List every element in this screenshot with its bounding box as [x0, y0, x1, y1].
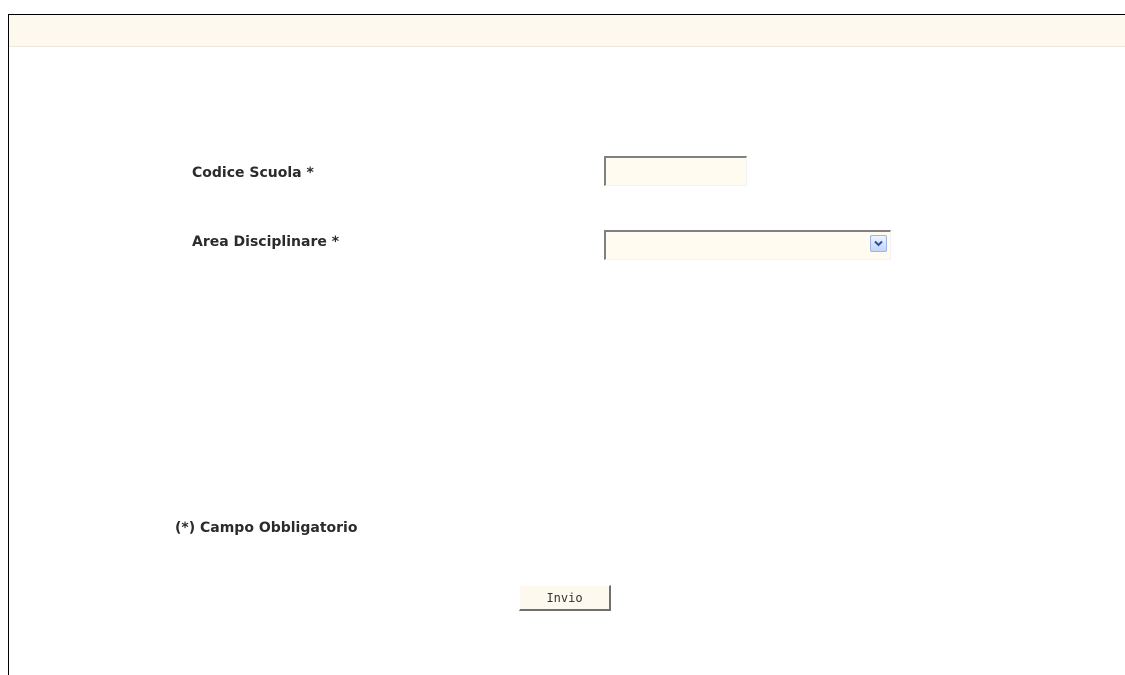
page-frame: Codice Scuola * Area Disciplinare * (*) … [8, 14, 1125, 675]
codice-scuola-input[interactable] [604, 156, 747, 186]
dropdown-arrow-button[interactable] [870, 235, 887, 252]
codice-scuola-label: Codice Scuola * [192, 165, 314, 181]
chevron-down-icon [874, 240, 883, 247]
area-disciplinare-label: Area Disciplinare * [192, 234, 340, 250]
required-field-note: (*) Campo Obbligatorio [175, 520, 358, 536]
header-band [9, 15, 1125, 47]
area-disciplinare-select[interactable] [604, 230, 891, 260]
invio-button[interactable]: Invio [519, 585, 611, 611]
